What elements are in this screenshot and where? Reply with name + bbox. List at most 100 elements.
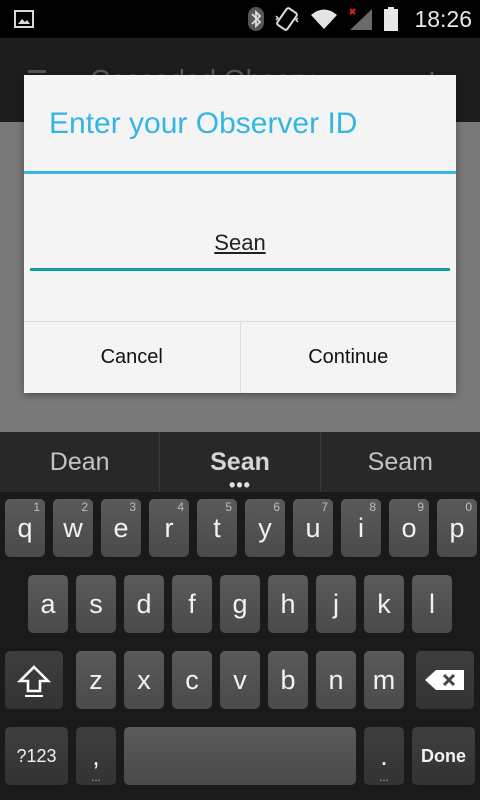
- battery-icon: [384, 7, 399, 31]
- soft-keyboard: Dean Sean ••• Seam q1w2e3r4t5y6u7i8o9p0a…: [0, 432, 480, 800]
- key-label: h: [280, 588, 296, 619]
- key-label: ,: [92, 740, 100, 771]
- key-label: l: [429, 588, 435, 619]
- more-suggestions-dots: •••: [229, 475, 251, 495]
- key-label: t: [213, 512, 221, 543]
- key-label: a: [40, 588, 56, 619]
- key-f[interactable]: f: [172, 575, 212, 633]
- key-t[interactable]: t5: [197, 499, 237, 557]
- suggestion-item[interactable]: Dean: [0, 432, 159, 492]
- dialog-button-bar: Cancel Continue: [24, 321, 456, 393]
- key-u[interactable]: u7: [293, 499, 333, 557]
- key-hint-number: 9: [417, 500, 424, 514]
- key-label: f: [188, 588, 196, 619]
- signal-icon: [349, 8, 373, 30]
- suggestion-item-selected[interactable]: Sean •••: [159, 432, 321, 495]
- wifi-icon: [311, 9, 338, 29]
- observer-id-input-value[interactable]: Sean: [214, 230, 265, 255]
- key-label: b: [280, 664, 296, 695]
- key-v[interactable]: v: [220, 651, 260, 709]
- key-l[interactable]: l: [412, 575, 452, 633]
- key-p[interactable]: p0: [437, 499, 477, 557]
- key-q[interactable]: q1: [5, 499, 45, 557]
- key-m[interactable]: m: [364, 651, 404, 709]
- continue-button[interactable]: Continue: [241, 322, 457, 393]
- key-label: e: [113, 512, 129, 543]
- key-label: o: [401, 512, 417, 543]
- key-label: .: [380, 740, 388, 771]
- key-k[interactable]: k: [364, 575, 404, 633]
- clock: 18:26: [414, 5, 472, 32]
- done-key[interactable]: Done: [412, 727, 475, 785]
- comma-key[interactable]: ,...: [76, 727, 116, 785]
- key-label: n: [328, 664, 344, 695]
- key-label: c: [185, 664, 199, 695]
- key-j[interactable]: j: [316, 575, 356, 633]
- backspace-icon: [425, 670, 464, 690]
- symbols-key[interactable]: ?123: [5, 727, 68, 785]
- key-label: q: [17, 512, 33, 543]
- cancel-button[interactable]: Cancel: [24, 322, 241, 393]
- key-d[interactable]: d: [124, 575, 164, 633]
- key-label: d: [136, 588, 152, 619]
- suggestion-strip: Dean Sean ••• Seam: [0, 432, 480, 495]
- key-label: x: [137, 664, 151, 695]
- dialog-title-divider: [24, 171, 456, 174]
- key-label: g: [232, 588, 248, 619]
- period-key[interactable]: ....: [364, 727, 404, 785]
- key-b[interactable]: b: [268, 651, 308, 709]
- suggestion-label: Sean: [210, 447, 270, 476]
- key-o[interactable]: o9: [389, 499, 429, 557]
- dialog-title: Enter your Observer ID: [49, 107, 358, 140]
- key-label: i: [358, 512, 364, 543]
- shift-icon: [17, 665, 51, 697]
- phone-vibrate-icon: [275, 7, 299, 31]
- key-hint-number: 4: [177, 500, 184, 514]
- key-n[interactable]: n: [316, 651, 356, 709]
- status-bar: 18:26: [0, 0, 480, 38]
- key-label: z: [89, 664, 103, 695]
- key-label: y: [258, 512, 272, 543]
- image-notification-icon: [14, 10, 34, 28]
- key-label: p: [449, 512, 465, 543]
- key-hint-number: 3: [129, 500, 136, 514]
- key-hint-number: 6: [273, 500, 280, 514]
- input-underline: [30, 268, 450, 271]
- key-a[interactable]: a: [28, 575, 68, 633]
- key-z[interactable]: z: [76, 651, 116, 709]
- key-label: k: [377, 588, 391, 619]
- key-label: r: [164, 512, 174, 543]
- key-w[interactable]: w2: [53, 499, 93, 557]
- shift-key[interactable]: [5, 651, 63, 709]
- key-hint-number: 1: [33, 500, 40, 514]
- key-hint-number: 2: [81, 500, 88, 514]
- key-hint-number: 7: [321, 500, 328, 514]
- bluetooth-icon: [248, 7, 265, 31]
- key-hint-number: 8: [369, 500, 376, 514]
- key-h[interactable]: h: [268, 575, 308, 633]
- key-r[interactable]: r4: [149, 499, 189, 557]
- observer-id-input[interactable]: Sean: [30, 225, 450, 271]
- key-label: v: [233, 664, 247, 695]
- more-symbols-dots: ...: [91, 772, 101, 784]
- backspace-key[interactable]: [416, 651, 474, 709]
- key-label: Done: [421, 745, 466, 766]
- key-e[interactable]: e3: [101, 499, 141, 557]
- observer-id-dialog: Enter your Observer ID Sean Cancel Conti…: [24, 75, 456, 393]
- key-s[interactable]: s: [76, 575, 116, 633]
- key-hint-number: 5: [225, 500, 232, 514]
- key-hint-number: 0: [465, 500, 472, 514]
- key-g[interactable]: g: [220, 575, 260, 633]
- key-label: m: [372, 664, 396, 695]
- key-label: j: [333, 588, 339, 619]
- key-label: s: [89, 588, 103, 619]
- suggestion-item[interactable]: Seam: [321, 432, 480, 492]
- space-bar[interactable]: [124, 727, 356, 785]
- key-x[interactable]: x: [124, 651, 164, 709]
- key-c[interactable]: c: [172, 651, 212, 709]
- key-i[interactable]: i8: [341, 499, 381, 557]
- more-symbols-dots: ...: [379, 772, 389, 784]
- key-y[interactable]: y6: [245, 499, 285, 557]
- key-label: ?123: [16, 745, 57, 766]
- key-label: u: [305, 512, 321, 543]
